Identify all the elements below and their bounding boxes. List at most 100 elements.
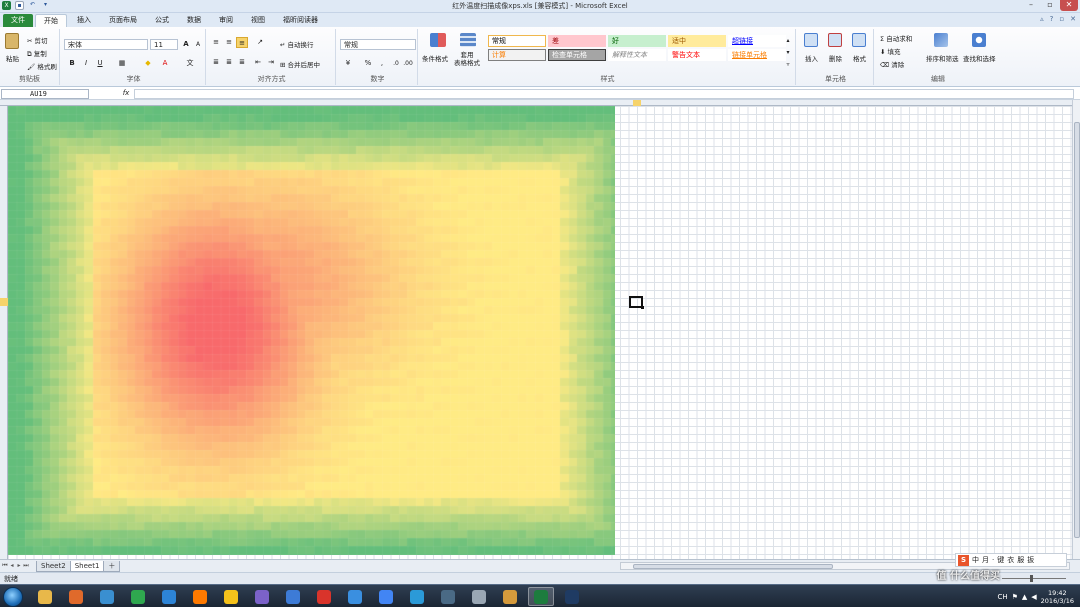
cell-style-7[interactable]: 解释性文本 <box>608 49 666 61</box>
taskbar-app-chrome[interactable] <box>373 587 399 606</box>
insert-cells-icon[interactable] <box>804 33 818 47</box>
comma-button[interactable]: , <box>376 58 388 69</box>
undo-icon[interactable]: ↶ <box>28 1 37 10</box>
delete-button[interactable]: 删除 <box>829 53 842 63</box>
taskbar-app-bird[interactable] <box>94 587 120 606</box>
prev-sheet-icon[interactable]: ◂ <box>9 562 15 570</box>
taskbar-app-explorer[interactable] <box>32 587 58 606</box>
tab-review[interactable]: 审阅 <box>211 14 241 27</box>
minimize-icon[interactable]: – <box>1022 0 1040 11</box>
taskbar-app-browser[interactable] <box>218 587 244 606</box>
vertical-scrollbar[interactable] <box>1072 100 1080 559</box>
ime-toolbar[interactable]: S 中 月 · 键 衣 服 扳 <box>955 553 1067 567</box>
clock[interactable]: 19:42 2016/3/16 <box>1041 589 1078 605</box>
heatmap-cells[interactable] <box>8 106 615 555</box>
sheet-tab-sheet1[interactable]: Sheet1 <box>69 561 105 572</box>
phonetic-icon[interactable]: 文 <box>184 58 196 69</box>
find-select-icon[interactable] <box>972 33 986 47</box>
table-format-icon[interactable] <box>460 33 476 47</box>
excel-icon[interactable]: X <box>2 1 11 10</box>
decrease-decimal-icon[interactable]: .00 <box>402 58 414 69</box>
first-sheet-icon[interactable]: ⏮ <box>2 562 8 570</box>
taskbar-app-game[interactable] <box>497 587 523 606</box>
restore-icon[interactable]: ▫ <box>1059 15 1064 23</box>
vertical-scroll-thumb[interactable] <box>1074 122 1080 538</box>
number-format-select[interactable]: 常规 <box>340 39 416 50</box>
taskbar-app-photoshop[interactable] <box>559 587 585 606</box>
horizontal-scroll-thumb[interactable] <box>633 564 833 569</box>
sogou-icon[interactable]: S <box>958 554 969 566</box>
cell-style-9[interactable]: 链接单元格 <box>728 49 786 61</box>
cell-style-1[interactable]: 差 <box>548 35 606 47</box>
taskbar-app-excel[interactable] <box>528 587 554 606</box>
taskbar-app-chrome-ball[interactable] <box>249 587 275 606</box>
find-select-button[interactable]: 查找和选择 <box>963 53 996 63</box>
tab-foxit[interactable]: 福昕阅读器 <box>275 14 326 27</box>
row-headers[interactable] <box>0 106 8 559</box>
network-icon[interactable]: ▲ <box>1022 593 1027 601</box>
flag-icon[interactable]: ⚑ <box>1012 593 1018 601</box>
currency-icon[interactable]: ¥ <box>342 58 354 69</box>
tab-insert[interactable]: 插入 <box>69 14 99 27</box>
active-cell-cursor[interactable] <box>629 296 644 309</box>
align-middle-icon[interactable]: ≡ <box>223 37 235 48</box>
tab-file[interactable]: 文件 <box>3 14 33 27</box>
sheet-tab-sheet2[interactable]: Sheet2 <box>36 561 71 572</box>
tab-formulas[interactable]: 公式 <box>147 14 177 27</box>
taskbar-app-360[interactable] <box>125 587 151 606</box>
selected-row-header[interactable] <box>0 298 8 306</box>
cut-button[interactable]: ✂ 剪切 <box>27 35 48 45</box>
align-center-icon[interactable]: ≣ <box>223 57 235 68</box>
grow-font-button[interactable]: A <box>180 39 192 50</box>
zoom-slider[interactable] <box>994 575 1074 582</box>
ime-item[interactable]: 中 <box>972 555 979 565</box>
shrink-font-button[interactable]: A <box>192 39 204 50</box>
taskbar-app-ie[interactable] <box>156 587 182 606</box>
border-icon[interactable]: ▦ <box>116 58 128 69</box>
volume-icon[interactable]: ◀ <box>1031 593 1036 601</box>
cell-style-4[interactable]: 超链接 <box>728 35 786 47</box>
increase-indent-icon[interactable]: ⇥ <box>265 57 277 68</box>
align-bottom-icon[interactable]: ≡ <box>236 37 248 48</box>
delete-cells-icon[interactable] <box>828 33 842 47</box>
cell-style-8[interactable]: 警告文本 <box>668 49 726 61</box>
paste-button[interactable]: 粘贴 <box>6 53 19 63</box>
taskbar-app-tt[interactable] <box>311 587 337 606</box>
formula-input[interactable] <box>134 89 1074 99</box>
sort-filter-icon[interactable] <box>934 33 948 47</box>
table-format-button[interactable]: 套用 表格格式 <box>454 51 480 67</box>
bold-button[interactable]: B <box>66 58 78 69</box>
customize-qat-icon[interactable]: ▾ <box>41 1 50 10</box>
taskbar-app-media[interactable] <box>63 587 89 606</box>
taskbar-app-doc[interactable] <box>280 587 306 606</box>
wrap-text-button[interactable]: ↵ 自动换行 <box>280 39 314 49</box>
merge-center-button[interactable]: ⊞ 合并后居中 <box>280 59 320 69</box>
taskbar-app-taobao[interactable] <box>187 587 213 606</box>
tab-view[interactable]: 视图 <box>243 14 273 27</box>
align-left-icon[interactable]: ≣ <box>210 57 222 68</box>
copy-button[interactable]: ⧉ 复制 <box>27 48 47 59</box>
save-icon[interactable]: ▪ <box>15 1 24 10</box>
font-size-select[interactable]: 11 <box>150 39 178 50</box>
format-button[interactable]: 格式 <box>853 53 866 63</box>
cell-style-2[interactable]: 好 <box>608 35 666 47</box>
last-sheet-icon[interactable]: ⏭ <box>23 562 29 570</box>
clear-button[interactable]: ⌫ 清除 <box>880 59 904 69</box>
tab-data[interactable]: 数据 <box>179 14 209 27</box>
cell-style-0[interactable]: 常规 <box>488 35 546 47</box>
autosum-button[interactable]: Σ 自动求和 <box>880 33 912 43</box>
taskbar-app-pen[interactable] <box>342 587 368 606</box>
tab-page-layout[interactable]: 页面布局 <box>101 14 145 27</box>
tab-home[interactable]: 开始 <box>35 14 67 27</box>
cell-style-5[interactable]: 计算 <box>488 49 546 61</box>
next-sheet-icon[interactable]: ▸ <box>16 562 22 570</box>
minimize-ribbon-icon[interactable]: ▵ <box>1040 15 1044 23</box>
font-color-icon[interactable]: A <box>159 58 171 69</box>
sort-filter-button[interactable]: 排序和筛选 <box>926 53 959 63</box>
close-icon[interactable]: ✕ <box>1060 0 1078 11</box>
taskbar-app-player[interactable] <box>466 587 492 606</box>
help-icon[interactable]: ? <box>1050 15 1054 23</box>
ime-item[interactable]: · <box>992 556 994 564</box>
increase-decimal-icon[interactable]: .0 <box>390 58 402 69</box>
insert-button[interactable]: 插入 <box>805 53 818 63</box>
